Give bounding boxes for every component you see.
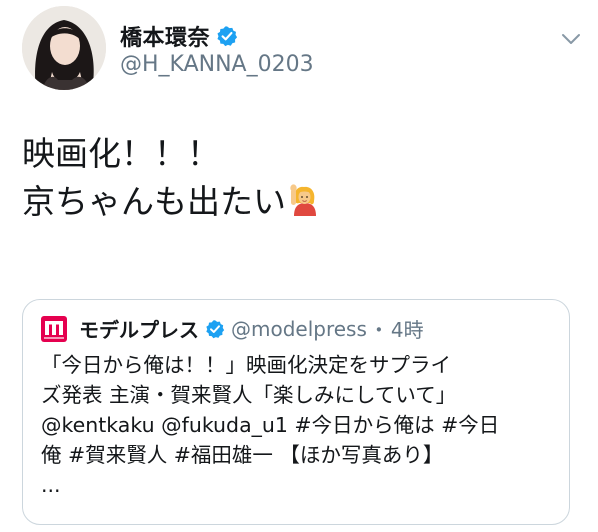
author-display-name[interactable]: 橋本環奈 [120,20,210,52]
quoted-line: 俺 #賀来賢人 #福田雄一 【ほか写真あり】 [41,443,444,467]
modelpress-logo-icon [41,315,67,342]
quoted-line: @kentkaku @fukuda_u1 #今日から俺は #今日 [41,413,500,437]
quoted-line: 「今日から俺は！！」映画化決定をサプライ [41,353,451,377]
profile-photo-icon [22,6,106,90]
quoted-timestamp[interactable]: 4時 [391,314,424,343]
tweet-line: 映画化！！！ [22,134,220,173]
author-name-row: 橋本環奈 [120,20,238,52]
time-separator: ・ [368,318,389,342]
quoted-line: ズ発表 主演・賀来賢人「楽しみにしていて」 [41,383,457,407]
chevron-down-icon[interactable] [560,28,582,50]
avatar[interactable] [22,6,106,90]
tweet-header: 橋本環奈 @H_KANNA_0203 [22,6,582,90]
verified-badge-icon [217,26,238,47]
quoted-tweet-header: モデルプレス @modelpress ・ 4時 [41,314,424,343]
tweet-line: 京ちゃんも出たい [22,182,286,221]
quoted-line: ... [41,473,61,497]
quoted-display-name[interactable]: モデルプレス [79,314,199,343]
quoted-tweet-text: 「今日から俺は！！」映画化決定をサプライ ズ発表 主演・賀来賢人「楽しみにしてい… [41,350,557,500]
tweet-text: 映画化！！！ 京ちゃんも出たい [22,130,322,226]
person-raising-hand-emoji-icon [290,184,316,216]
tweet-line-with-emoji: 京ちゃんも出たい [22,178,322,226]
quoted-tweet-card[interactable]: モデルプレス @modelpress ・ 4時 「今日から俺は！！」映画化決定を… [22,299,570,525]
verified-badge-icon [206,319,225,338]
author-handle[interactable]: @H_KANNA_0203 [120,52,314,77]
quoted-handle[interactable]: @modelpress [231,317,367,341]
